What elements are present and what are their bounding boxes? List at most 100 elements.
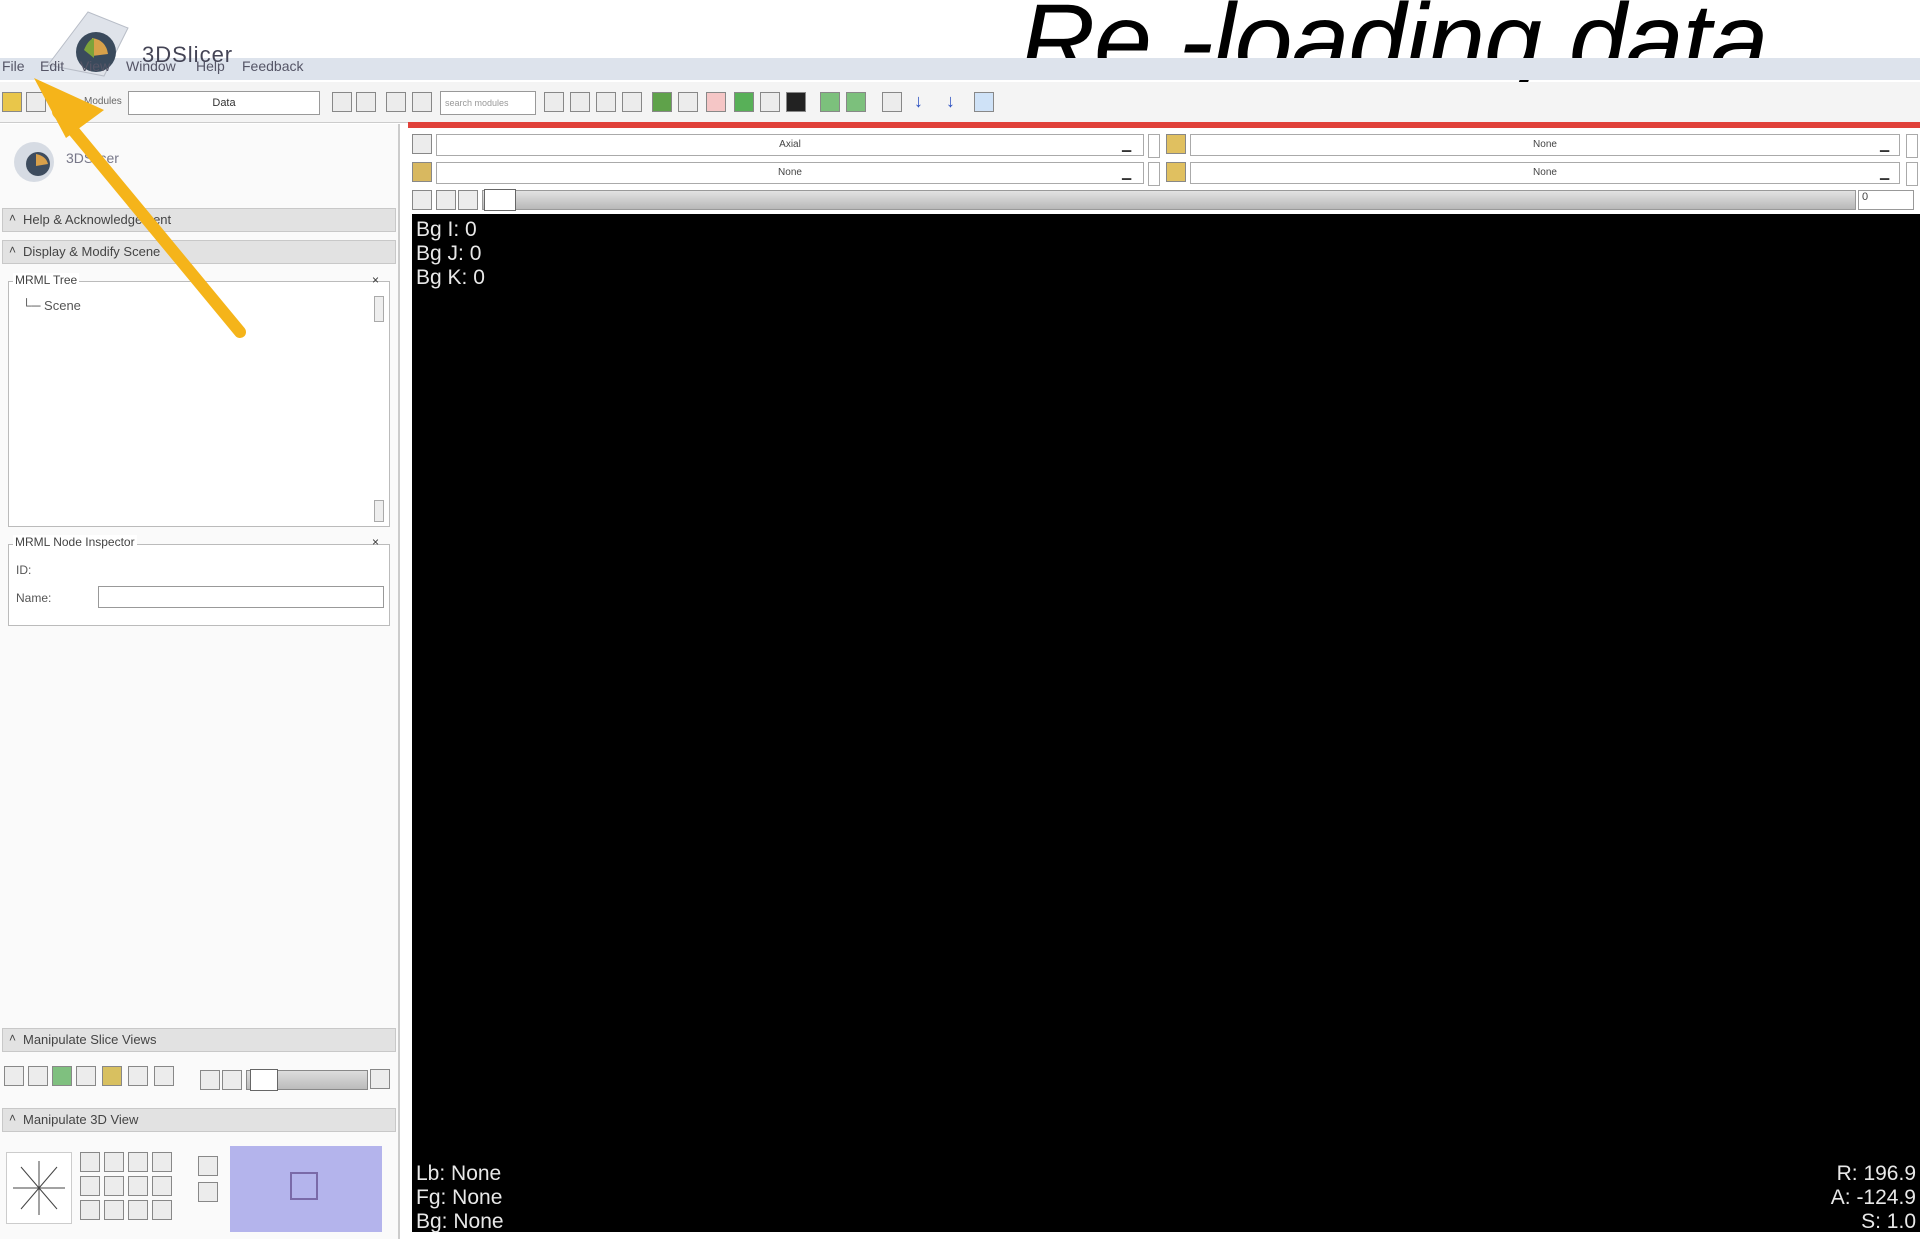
slice-tool-icon[interactable] — [76, 1066, 96, 1086]
save-icon[interactable] — [26, 92, 46, 112]
zoom-icon[interactable] — [152, 1176, 172, 1196]
slider-handle[interactable] — [250, 1069, 278, 1091]
slider-handle[interactable] — [484, 189, 516, 211]
view-tool-icon[interactable] — [128, 1176, 148, 1196]
volumes-icon[interactable] — [678, 92, 698, 112]
module-history-icon[interactable] — [386, 92, 406, 112]
close-icon[interactable]: × — [372, 273, 379, 287]
node-name-label: Name: — [16, 591, 52, 605]
filter-icon[interactable] — [458, 190, 478, 210]
view-tool-icon[interactable] — [80, 1152, 100, 1172]
slice-offset-value[interactable]: 0 — [1858, 190, 1914, 210]
slice-icon[interactable] — [786, 92, 806, 112]
tree-item-scene[interactable]: └─ Scene — [22, 298, 81, 313]
slice-offset-slider[interactable] — [482, 190, 1856, 210]
editor-icon[interactable] — [734, 92, 754, 112]
background-layer-icon[interactable] — [1166, 162, 1186, 182]
home-icon[interactable] — [570, 92, 590, 112]
slice-viewport[interactable]: Bg I: 0 Bg J: 0 Bg K: 0 Lb: None Fg: Non… — [412, 214, 1920, 1233]
slice-tool-icon[interactable] — [52, 1066, 72, 1086]
slice-visibility-icon[interactable] — [412, 134, 432, 154]
rock-icon[interactable] — [198, 1182, 218, 1202]
zoom-icon[interactable] — [152, 1152, 172, 1172]
section-help-acknowledgement[interactable]: ˄ Help & Acknowledgement — [2, 208, 396, 232]
orientation-axes-icon[interactable] — [6, 1152, 72, 1224]
load-scene-icon[interactable] — [2, 92, 22, 112]
overlay-foreground: Fg: None — [416, 1186, 503, 1209]
background-select[interactable]: None — [1190, 162, 1900, 184]
undo-icon[interactable] — [820, 92, 840, 112]
tree-scrollbar-bottom[interactable] — [374, 500, 384, 522]
rotate-icon[interactable] — [974, 92, 994, 112]
section-display-modify-scene[interactable]: ˄ Display & Modify Scene — [2, 240, 396, 264]
modules-label: Modules — [84, 96, 122, 107]
label-layer-icon[interactable] — [412, 162, 432, 182]
measure-icon[interactable] — [596, 92, 616, 112]
label-select[interactable]: None — [436, 162, 1144, 184]
view-tool-icon[interactable] — [152, 1200, 172, 1220]
models-icon[interactable] — [706, 92, 726, 112]
screenshot-icon[interactable] — [882, 92, 902, 112]
section-title: Manipulate Slice Views — [23, 1032, 157, 1047]
slice-tools-row — [4, 1066, 174, 1090]
background-spin[interactable] — [1906, 162, 1918, 186]
search-icon[interactable] — [544, 92, 564, 112]
view-tool-icon[interactable] — [104, 1200, 124, 1220]
label-spin[interactable] — [1148, 162, 1160, 186]
fiducial-icon[interactable] — [652, 92, 672, 112]
foreground-spin[interactable] — [1906, 134, 1918, 158]
spin-icon[interactable] — [198, 1156, 218, 1176]
module-select[interactable]: Data — [128, 91, 320, 115]
view-tool-icon[interactable] — [80, 1176, 100, 1196]
orientation-select[interactable]: Axial — [436, 134, 1144, 156]
foreground-layer-icon[interactable] — [1166, 134, 1186, 154]
collapse-caret-icon: ˄ — [9, 211, 17, 225]
3d-view-thumbnail[interactable] — [230, 1146, 382, 1232]
menu-feedback[interactable]: Feedback — [242, 58, 303, 74]
slider-spin-icon[interactable] — [370, 1069, 390, 1089]
layout-toggle-icon[interactable] — [200, 1070, 220, 1090]
slice-tool-icon[interactable] — [102, 1066, 122, 1086]
close-icon[interactable]: × — [372, 535, 379, 549]
redo-icon[interactable] — [846, 92, 866, 112]
layout-toggle-icon[interactable] — [222, 1070, 242, 1090]
view-tool-icon[interactable] — [128, 1152, 148, 1172]
foreground-select[interactable]: None — [1190, 134, 1900, 156]
view-tool-icon[interactable] — [104, 1152, 124, 1172]
menu-window[interactable]: Window — [126, 58, 176, 74]
mrml-tree-title: MRML Tree — [13, 273, 80, 287]
orientation-spin[interactable] — [1148, 134, 1160, 158]
ruler-icon[interactable] — [760, 92, 780, 112]
section-manipulate-3d-view[interactable]: ˄ Manipulate 3D View — [2, 1108, 396, 1132]
menu-file[interactable]: File — [2, 58, 25, 74]
menu-edit[interactable]: Edit — [40, 58, 64, 74]
slice-tool-icon[interactable] — [4, 1066, 24, 1086]
search-modules-input[interactable]: search modules — [440, 91, 536, 115]
view-tool-icon[interactable] — [104, 1176, 124, 1196]
view-tool-icon[interactable] — [128, 1200, 148, 1220]
node-inspector-panel — [8, 544, 390, 626]
node-name-input[interactable] — [98, 586, 384, 608]
refresh-icon[interactable] — [412, 92, 432, 112]
layout-icon[interactable] — [622, 92, 642, 112]
tree-scrollbar-top[interactable] — [374, 296, 384, 322]
crosshair-icon[interactable] — [128, 1066, 148, 1086]
link-icon[interactable] — [412, 190, 432, 210]
view-tool-icon[interactable] — [80, 1200, 100, 1220]
overlay-background: Bg: None — [416, 1210, 504, 1233]
collapse-caret-icon: ˄ — [9, 1031, 17, 1045]
options-chevron-icon[interactable] — [436, 190, 456, 210]
slice-color-bar — [408, 122, 1920, 128]
menu-help[interactable]: Help — [196, 58, 225, 74]
menu-view[interactable]: View — [80, 58, 110, 74]
slice-tool-icon[interactable] — [154, 1066, 174, 1086]
pick-icon[interactable]: ↓ — [914, 92, 934, 112]
prev-module-icon[interactable] — [332, 92, 352, 112]
overlay-bg-k: Bg K: 0 — [416, 266, 485, 289]
node-inspector-title: MRML Node Inspector — [13, 535, 137, 549]
section-manipulate-slice-views[interactable]: ˄ Manipulate Slice Views — [2, 1028, 396, 1052]
slice-tool-icon[interactable] — [28, 1066, 48, 1086]
next-module-icon[interactable] — [356, 92, 376, 112]
section-title: Manipulate 3D View — [23, 1112, 139, 1127]
place-icon[interactable]: ↓ — [946, 92, 966, 112]
